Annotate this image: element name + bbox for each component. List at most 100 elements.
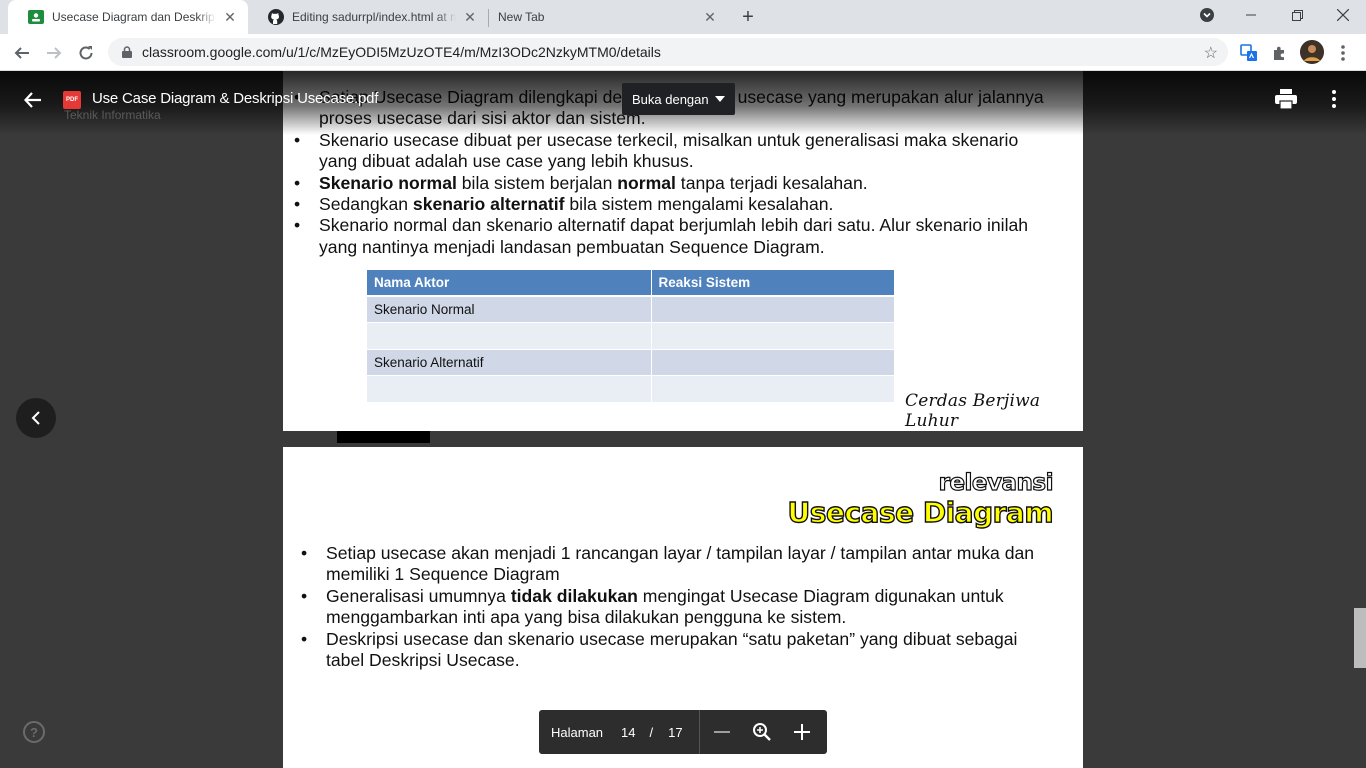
bullet-text: tanpa terjadi kesalahan. — [675, 172, 868, 193]
bullet-item: Setiap usecase akan menjadi 1 rancangan … — [301, 543, 1046, 586]
restore-button[interactable] — [1274, 0, 1320, 30]
total-pages: 17 — [668, 724, 683, 740]
tab-strip: Usecase Diagram dan Deskripsi Usecase ✕ … — [0, 0, 1366, 34]
arrow-right-icon — [47, 47, 62, 59]
bullet-item: Skenario usecase dibuat per usecase terk… — [294, 129, 1049, 173]
table-header-cell: Nama Aktor — [367, 270, 652, 297]
print-button[interactable] — [1272, 85, 1300, 113]
minimize-icon — [1246, 14, 1256, 16]
zoom-in-button[interactable] — [782, 710, 822, 754]
restore-icon — [1291, 9, 1303, 21]
star-icon[interactable]: ☆ — [1204, 43, 1218, 63]
bold-text: Skenario normal — [319, 172, 457, 193]
arrow-left-icon — [24, 92, 41, 108]
profile-avatar[interactable] — [1300, 40, 1324, 64]
previous-file-button[interactable] — [16, 398, 56, 438]
bullet-text: Sedangkan — [319, 194, 413, 215]
bullet-text: bila sistem berjalan — [456, 172, 618, 193]
slide-heading-large: Usecase Diagram — [787, 495, 1054, 529]
bullet-text: Skenario normal dan skenario alternatif … — [319, 215, 1029, 257]
table-cell: Skenario Normal — [367, 296, 652, 323]
open-with-button[interactable]: Buka dengan — [622, 83, 735, 115]
scrollbar-thumb[interactable] — [1354, 608, 1366, 668]
bullet-item: Sedangkan skenario alternatif bila siste… — [294, 194, 1049, 216]
table-cell — [367, 323, 652, 350]
table-cell — [367, 376, 652, 403]
zoom-icon — [752, 723, 771, 741]
tab-new-tab[interactable]: New Tab ✕ — [488, 0, 728, 34]
table-cell: Skenario Alternatif — [367, 349, 652, 376]
bullet-text: Setiap usecase akan menjadi 1 rancangan … — [326, 543, 1035, 585]
pager-divider — [698, 710, 700, 754]
page-gap-strip — [337, 431, 430, 443]
close-icon[interactable]: ✕ — [462, 9, 478, 25]
tab-search-button[interactable] — [1184, 0, 1230, 30]
chrome-menu-button[interactable] — [1332, 42, 1354, 64]
skenario-table: Nama Aktor Reaksi Sistem Skenario Normal… — [367, 270, 895, 403]
chevron-left-icon — [31, 411, 40, 425]
bold-text: tidak dilakukan — [510, 585, 638, 606]
viewer-header: PDF Use Case Diagram & Deskripsi Usecase… — [0, 71, 1366, 135]
bullet-item: Deskripsi usecase dan skenario usecase m… — [301, 628, 1046, 672]
table-row — [367, 376, 895, 403]
address-bar[interactable]: classroom.google.com/u/1/c/MzEyODI5MzUzO… — [108, 38, 1228, 66]
arrow-left-icon — [14, 47, 29, 59]
current-page-input[interactable]: 14 — [621, 725, 635, 740]
viewer-more-button[interactable] — [1320, 85, 1348, 113]
zoom-out-button[interactable] — [702, 710, 742, 754]
translate-extension-button[interactable] — [1238, 42, 1260, 64]
page-separator: / — [649, 724, 654, 740]
translate-icon — [1240, 44, 1257, 61]
bullet-text: Deskripsi usecase dan skenario usecase m… — [326, 628, 1018, 671]
more-vert-icon — [1341, 45, 1345, 61]
url-text: classroom.google.com/u/1/c/MzEyODI5MzUzO… — [142, 44, 661, 60]
page-label: Halaman — [551, 724, 604, 740]
open-with-label: Buka dengan — [632, 91, 709, 107]
bold-text: skenario alternatif — [412, 194, 565, 215]
chevron-down-icon — [1200, 8, 1214, 22]
forward-button[interactable] — [40, 39, 68, 67]
table-cell — [651, 296, 895, 323]
tab-github[interactable]: Editing sadurrpl/index.html at master ✕ — [248, 0, 488, 34]
tab-title: Usecase Diagram dan Deskripsi Usecase — [52, 10, 216, 24]
bullet-item: Generalisasi umumnya tidak dilakukan men… — [301, 585, 1046, 629]
more-vert-icon — [1332, 90, 1336, 108]
plus-icon — [793, 724, 810, 740]
slide-heading-small: relevansi — [938, 469, 1054, 496]
bullet-item: Skenario normal dan skenario alternatif … — [294, 215, 1049, 258]
bold-text: normal — [617, 172, 676, 193]
minimize-button[interactable] — [1228, 0, 1274, 30]
viewer-back-button[interactable] — [18, 85, 48, 115]
bullet-text: Skenario usecase dibuat per usecase terk… — [319, 129, 1019, 172]
reload-button[interactable] — [72, 39, 100, 67]
close-icon — [1337, 9, 1349, 21]
tab-title: New Tab — [498, 10, 545, 24]
table-cell — [651, 323, 895, 350]
tab-classroom[interactable]: Usecase Diagram dan Deskripsi Usecase ✕ — [8, 0, 248, 34]
print-icon — [1275, 89, 1297, 109]
table-cell — [651, 349, 895, 376]
close-icon[interactable]: ✕ — [222, 9, 238, 25]
zoom-button[interactable] — [742, 710, 782, 754]
reload-icon — [79, 46, 93, 60]
bullet-text: bila sistem mengalami kesalahan. — [564, 194, 834, 215]
browser-toolbar: classroom.google.com/u/1/c/MzEyODI5MzUzO… — [0, 34, 1366, 71]
back-button[interactable] — [8, 39, 36, 67]
file-subtitle: Teknik Informatika — [64, 108, 161, 122]
signature-motto: Cerdas Berjiwa Luhur — [905, 391, 1041, 431]
minus-icon — [713, 731, 730, 733]
bullet-item: Skenario normal bila sistem berjalan nor… — [294, 172, 1049, 195]
help-icon[interactable]: ? — [23, 721, 45, 743]
new-tab-button[interactable]: + — [736, 5, 760, 29]
file-title: Use Case Diagram & Deskripsi Usecase.pdf — [92, 90, 379, 107]
table-row: Skenario Normal — [367, 296, 895, 323]
extensions-button[interactable] — [1269, 42, 1291, 64]
pdf-file-icon: PDF — [63, 91, 81, 109]
puzzle-icon — [1274, 46, 1284, 60]
page-navigator: Halaman 14 / 17 — [539, 710, 827, 754]
avatar-icon — [1300, 40, 1324, 64]
close-icon[interactable]: ✕ — [702, 9, 718, 25]
close-window-button[interactable] — [1320, 0, 1366, 30]
lock-icon — [122, 46, 132, 58]
table-cell — [651, 376, 895, 403]
